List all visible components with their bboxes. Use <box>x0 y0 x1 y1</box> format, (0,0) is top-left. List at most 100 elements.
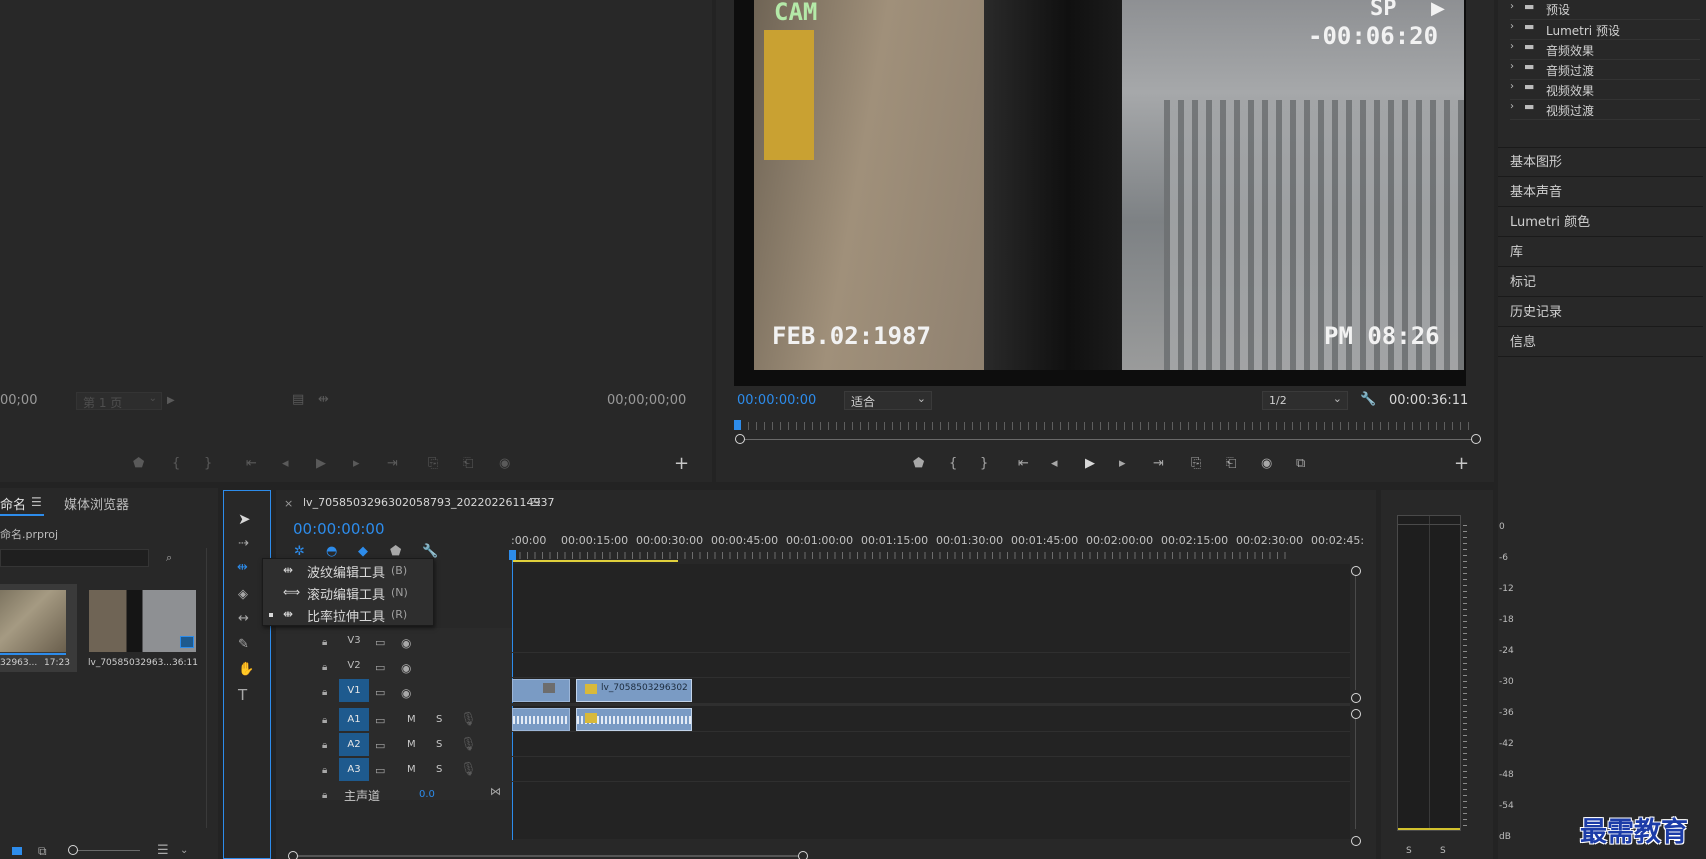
go-to-in-icon[interactable]: ⇤ <box>1018 456 1029 472</box>
lock-icon[interactable]: 🔒︎ <box>322 660 327 676</box>
extract-icon[interactable]: ⎗ <box>1226 456 1236 472</box>
time-ruler[interactable]: :00:00 00:00:15:00 00:00:30:00 00:00:45:… <box>511 534 1364 562</box>
mark-out-icon[interactable]: } <box>204 456 212 472</box>
video-clip-a[interactable] <box>512 679 570 702</box>
menu-rolling-edit-tool[interactable]: ⟺ 滚动编辑工具 (N) <box>263 582 435 604</box>
selection-tool-icon[interactable]: ➤ <box>238 511 251 527</box>
play-icon[interactable]: ▶ <box>316 456 326 472</box>
mark-out-icon[interactable]: } <box>980 456 988 472</box>
lock-icon[interactable]: 🔒︎ <box>322 635 327 651</box>
sequence-tab-name[interactable]: lv_7058503296302058793_20220226114937 <box>303 496 555 509</box>
step-back-icon[interactable]: ◂ <box>1051 456 1058 472</box>
solo-button[interactable]: S <box>436 714 442 725</box>
go-to-out-icon[interactable]: ⇥ <box>387 456 398 472</box>
type-tool-icon[interactable]: T <box>238 687 247 703</box>
clip-thumbnail-1[interactable]: lv_70585032963... 36:11 <box>86 584 202 672</box>
effects-folder-2[interactable]: › ▬ 音频效果 <box>1510 40 1700 60</box>
comparison-view-icon[interactable]: ⧉ <box>1296 456 1305 472</box>
mute-button[interactable]: M <box>407 764 416 775</box>
slip-tool-icon[interactable]: ↔ <box>238 611 249 627</box>
program-timecode-duration[interactable]: 00:00:36:11 <box>1389 393 1468 408</box>
microphone-icon[interactable]: 🎙︎ <box>460 737 477 753</box>
resolution-select[interactable]: 1/2 ⌄ <box>1262 391 1348 410</box>
add-button-icon[interactable]: + <box>674 455 689 473</box>
work-area-bar[interactable] <box>512 560 678 562</box>
sync-icon[interactable]: ▭ <box>375 685 385 701</box>
sync-icon[interactable]: ▭ <box>375 738 385 754</box>
page-select[interactable]: 第 1 页 ⌄ <box>76 392 162 410</box>
go-to-end-icon[interactable]: ⋈ <box>490 784 501 800</box>
track-label-a2[interactable]: A2 <box>339 733 369 756</box>
video-clip-b[interactable]: lv_7058503296302 <box>576 679 692 702</box>
search-input[interactable] <box>0 549 149 567</box>
tab-media-browser[interactable]: 媒体浏览器 <box>64 494 129 513</box>
panel-info[interactable]: 信息 <box>1498 328 1703 357</box>
playhead-handle[interactable] <box>509 550 516 560</box>
close-icon[interactable]: × <box>284 497 293 510</box>
solo-button[interactable]: S <box>436 764 442 775</box>
track-label-v1[interactable]: V1 <box>339 679 369 702</box>
effects-folder-4[interactable]: › ▬ 视频效果 <box>1510 80 1700 100</box>
v-scroll-audio[interactable] <box>1355 714 1356 829</box>
mute-button[interactable]: M <box>407 739 416 750</box>
track-select-tool-icon[interactable]: ⇢ <box>238 536 249 552</box>
lock-icon[interactable]: 🔒︎ <box>322 738 327 754</box>
master-track-value[interactable]: 0.0 <box>419 789 435 800</box>
go-to-in-icon[interactable]: ⇤ <box>246 456 257 472</box>
effects-folder-0[interactable]: › ▬ 预设 <box>1510 0 1700 20</box>
h-zoom-right-handle[interactable] <box>798 851 808 859</box>
audio-clip-b[interactable] <box>576 708 692 731</box>
razor-tool-icon[interactable]: ◈ <box>238 587 248 603</box>
hand-tool-icon[interactable]: ✋ <box>238 662 254 678</box>
marker-icon[interactable]: ⬟ <box>913 456 924 472</box>
lock-icon[interactable]: 🔒︎ <box>322 713 327 729</box>
v-scroll-handle[interactable] <box>1351 709 1361 719</box>
step-forward-icon[interactable]: ▸ <box>1119 456 1126 472</box>
icon-view-icon[interactable]: ⧉ <box>38 843 47 859</box>
play-icon[interactable]: ▶ <box>1085 456 1095 472</box>
play-small-icon[interactable]: ▶ <box>167 393 175 409</box>
panel-libraries[interactable]: 库 <box>1498 238 1703 267</box>
sequence-menu-icon[interactable]: ☰ <box>531 496 541 509</box>
source-timecode-right[interactable]: 00;00;00;00 <box>607 393 686 408</box>
v-scroll-handle[interactable] <box>1351 693 1361 703</box>
source-timecode-left[interactable]: 00;00 <box>0 393 37 408</box>
zoom-slider[interactable] <box>68 845 140 855</box>
microphone-icon[interactable]: 🎙︎ <box>460 762 477 778</box>
playhead-marker[interactable] <box>734 420 741 430</box>
chevron-down-icon[interactable]: ⌄ <box>180 843 188 859</box>
v-scroll-video[interactable] <box>1355 570 1356 690</box>
add-button-icon[interactable]: + <box>1454 455 1469 473</box>
sort-icon[interactable]: ☰ <box>157 843 169 859</box>
export-frame-icon[interactable]: ▤ <box>292 392 304 408</box>
camera-icon[interactable]: ◉ <box>1261 456 1272 472</box>
program-scrubber[interactable] <box>734 420 1481 444</box>
scrubber-right-handle[interactable] <box>1471 434 1481 444</box>
mute-button[interactable]: M <box>407 714 416 725</box>
lift-icon[interactable]: ⎘ <box>1191 456 1201 472</box>
marker-icon[interactable]: ⬟ <box>133 456 144 472</box>
search-icon[interactable]: ⌕ <box>166 550 172 566</box>
effects-folder-1[interactable]: › ▬ Lumetri 预设 <box>1510 20 1700 40</box>
fit-select[interactable]: 适合 ⌄ <box>844 391 932 410</box>
v-scroll-handle[interactable] <box>1351 566 1361 576</box>
camera-icon[interactable]: ◉ <box>499 456 510 472</box>
menu-ripple-edit-tool[interactable]: ⇹ 波纹编辑工具 (B) <box>263 560 435 582</box>
panel-history[interactable]: 历史记录 <box>1498 298 1703 327</box>
microphone-icon[interactable]: 🎙︎ <box>460 712 477 728</box>
timeline-timecode[interactable]: 00:00:00:00 <box>293 520 385 538</box>
effects-folder-5[interactable]: › ▬ 视频过渡 <box>1510 100 1700 120</box>
menu-rate-stretch-tool[interactable]: ⇼ 比率拉伸工具 (R) <box>263 604 435 626</box>
v-scroll-handle[interactable] <box>1351 836 1361 846</box>
sync-icon[interactable]: ▭ <box>375 713 385 729</box>
effects-folder-3[interactable]: › ▬ 音频过渡 <box>1510 60 1700 80</box>
eye-icon[interactable]: ◉ <box>401 685 411 701</box>
sync-icon[interactable]: ▭ <box>375 763 385 779</box>
wrench-icon[interactable]: 🔧 <box>1360 392 1376 408</box>
insert-icon[interactable]: ⎘ <box>428 456 438 472</box>
mark-in-icon[interactable]: { <box>949 456 957 472</box>
meter-solo-right[interactable]: S <box>1440 846 1446 856</box>
lock-icon[interactable]: 🔒︎ <box>322 763 327 779</box>
lock-icon[interactable]: 🔒︎ <box>322 788 327 804</box>
mark-in-icon[interactable]: { <box>172 456 180 472</box>
